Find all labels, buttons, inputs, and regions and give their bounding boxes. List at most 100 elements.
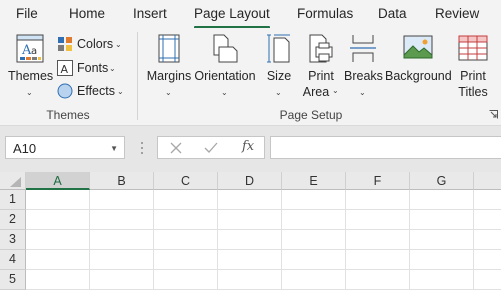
- name-box[interactable]: A10 ▼: [5, 136, 125, 159]
- chevron-down-icon: ⌄: [115, 40, 122, 49]
- column-header-h-partial[interactable]: [474, 172, 501, 190]
- breaks-icon: [350, 35, 376, 62]
- cell[interactable]: [26, 270, 90, 290]
- print-area-label-line1: Print: [308, 69, 334, 83]
- chevron-down-icon[interactable]: ▼: [110, 144, 118, 153]
- cell[interactable]: [410, 250, 474, 270]
- chevron-down-icon: ⌄: [117, 87, 124, 96]
- cell[interactable]: [282, 190, 346, 210]
- cell[interactable]: [474, 250, 501, 270]
- cell[interactable]: [26, 250, 90, 270]
- row-header-5[interactable]: 5: [0, 270, 26, 290]
- row-header-1[interactable]: 1: [0, 190, 26, 210]
- margins-label: Margins: [146, 69, 192, 83]
- cell[interactable]: [282, 270, 346, 290]
- size-button[interactable]: Size ⌄: [262, 33, 296, 103]
- cell[interactable]: [90, 230, 154, 250]
- cell[interactable]: [346, 210, 410, 230]
- column-header-b[interactable]: B: [90, 172, 154, 190]
- print-area-icon: [309, 34, 333, 63]
- fonts-button[interactable]: A Fonts ⌄: [57, 58, 127, 78]
- tab-file[interactable]: File: [16, 5, 38, 27]
- cancel-icon[interactable]: [170, 142, 182, 154]
- margins-button[interactable]: Margins ⌄: [146, 33, 192, 103]
- cell[interactable]: [218, 210, 282, 230]
- chevron-down-icon: ⌄: [109, 64, 116, 73]
- column-header-e[interactable]: E: [282, 172, 346, 190]
- drag-handle-icon[interactable]: [140, 141, 144, 155]
- print-area-label-line2: Area: [302, 85, 330, 99]
- cell[interactable]: [410, 190, 474, 210]
- column-header-a[interactable]: A: [26, 172, 90, 190]
- cell[interactable]: [282, 210, 346, 230]
- cell[interactable]: [474, 190, 501, 210]
- effects-button[interactable]: Effects ⌄: [57, 81, 127, 101]
- cell[interactable]: [218, 270, 282, 290]
- cell[interactable]: [282, 250, 346, 270]
- cell[interactable]: [218, 230, 282, 250]
- orientation-button[interactable]: Orientation ⌄: [194, 33, 256, 103]
- print-titles-label-line2: Titles: [458, 85, 488, 99]
- formula-input[interactable]: [270, 136, 501, 159]
- themes-button[interactable]: A a Themes ⌄: [8, 33, 53, 103]
- cell[interactable]: [26, 230, 90, 250]
- cell[interactable]: [154, 270, 218, 290]
- colors-button[interactable]: Colors ⌄: [57, 34, 127, 54]
- column-header-f[interactable]: F: [346, 172, 410, 190]
- cell[interactable]: [90, 210, 154, 230]
- formula-buttons: fx: [157, 136, 265, 159]
- tab-formulas[interactable]: Formulas: [297, 5, 353, 27]
- size-label: Size: [266, 69, 292, 83]
- cell[interactable]: [474, 230, 501, 250]
- cell[interactable]: [154, 250, 218, 270]
- cell[interactable]: [90, 250, 154, 270]
- print-area-button[interactable]: Print Area ⌄: [300, 33, 342, 105]
- group-separator: [137, 32, 138, 120]
- cell[interactable]: [474, 210, 501, 230]
- insert-function-icon[interactable]: fx: [242, 139, 254, 154]
- cell[interactable]: [410, 270, 474, 290]
- row-header-4[interactable]: 4: [0, 250, 26, 270]
- tab-home[interactable]: Home: [69, 5, 105, 27]
- cell[interactable]: [154, 230, 218, 250]
- cell[interactable]: [26, 210, 90, 230]
- cell[interactable]: [282, 230, 346, 250]
- select-all-corner[interactable]: [0, 172, 26, 190]
- background-button[interactable]: Background: [385, 33, 452, 103]
- tab-review[interactable]: Review: [435, 5, 479, 27]
- tab-insert[interactable]: Insert: [133, 5, 167, 27]
- cell[interactable]: [346, 190, 410, 210]
- enter-check-icon[interactable]: [204, 142, 218, 154]
- fonts-icon: A: [57, 60, 73, 76]
- chevron-down-icon: ⌄: [165, 88, 172, 97]
- breaks-button[interactable]: Breaks ⌄: [344, 33, 383, 103]
- cell[interactable]: [346, 250, 410, 270]
- cell[interactable]: [154, 190, 218, 210]
- tab-page-layout[interactable]: Page Layout: [194, 5, 270, 29]
- cell[interactable]: [410, 230, 474, 250]
- tab-data[interactable]: Data: [378, 5, 407, 27]
- background-icon: [403, 35, 433, 59]
- dialog-launcher-icon[interactable]: [489, 110, 498, 119]
- cell[interactable]: [218, 190, 282, 210]
- orientation-icon: [213, 34, 238, 63]
- cell[interactable]: [346, 270, 410, 290]
- column-header-c[interactable]: C: [154, 172, 218, 190]
- cell[interactable]: [90, 190, 154, 210]
- print-titles-button[interactable]: Print Titles: [453, 33, 493, 105]
- cell[interactable]: [154, 210, 218, 230]
- column-header-d[interactable]: D: [218, 172, 282, 190]
- cell[interactable]: [90, 270, 154, 290]
- print-titles-label-line1: Print: [460, 69, 486, 83]
- svg-text:A: A: [61, 63, 69, 76]
- column-header-g[interactable]: G: [410, 172, 474, 190]
- cell[interactable]: [26, 190, 90, 210]
- cell[interactable]: [346, 230, 410, 250]
- row-header-2[interactable]: 2: [0, 210, 26, 230]
- cell[interactable]: [474, 270, 501, 290]
- cell[interactable]: [218, 250, 282, 270]
- row-header-3[interactable]: 3: [0, 230, 26, 250]
- themes-group-label: Themes: [46, 108, 90, 122]
- select-all-triangle-icon: [10, 177, 21, 187]
- cell[interactable]: [410, 210, 474, 230]
